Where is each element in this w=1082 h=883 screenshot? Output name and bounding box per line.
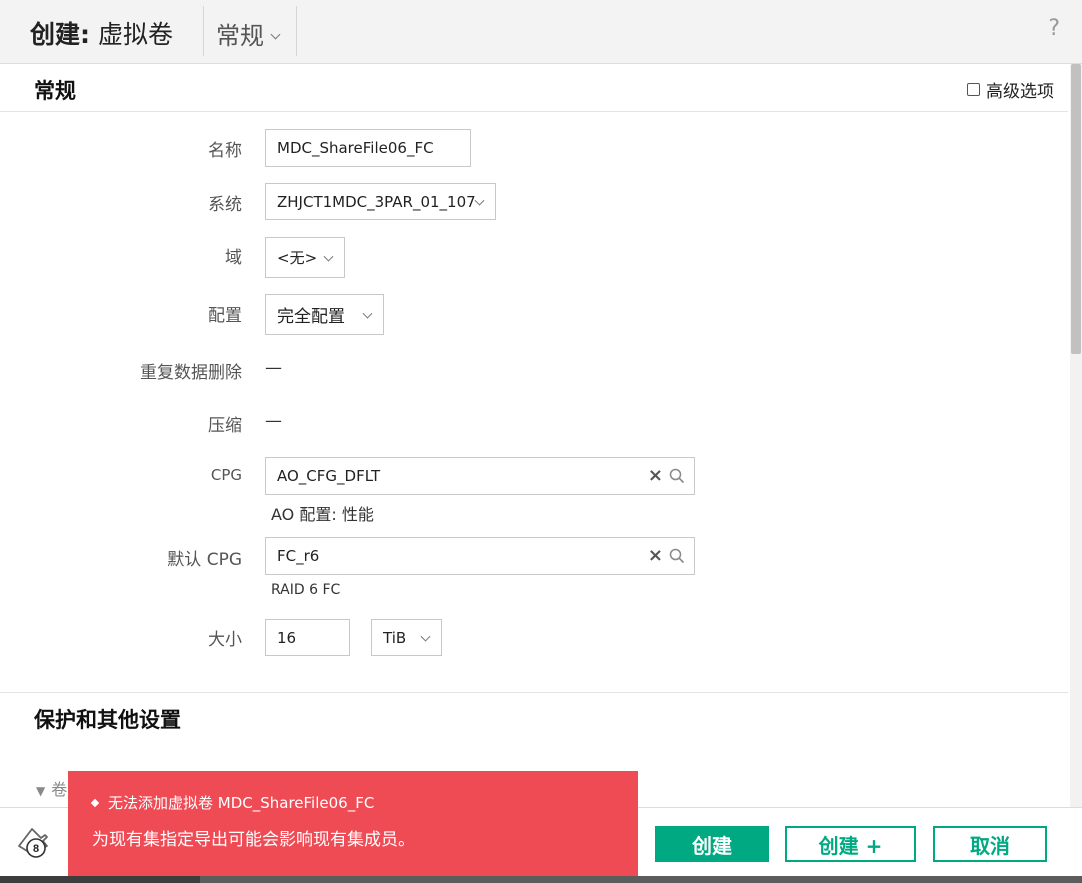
system-label: 系统 [208, 195, 242, 215]
provisioning-select-value: 完全配置 [277, 307, 345, 327]
toast-title: 无法添加虚拟卷 MDC_ShareFile06_FC [90, 792, 375, 813]
section-divider [0, 692, 1068, 693]
provisioning-select[interactable]: 完全配置 [265, 294, 384, 335]
title-object: 虚拟卷 [97, 20, 173, 49]
section-divider [0, 111, 1068, 112]
chevron-down-icon [270, 29, 281, 40]
chevron-down-icon [420, 631, 431, 642]
size-input-value: 16 [277, 628, 297, 647]
toast-message: 为现有集指定导出可能会影响现有集成员。 [92, 830, 415, 850]
search-icon[interactable] [669, 548, 685, 564]
default-cpg-input[interactable]: FC_r6 × [265, 537, 695, 575]
dialog-header: 创建: 虚拟卷 常规 ? [0, 0, 1082, 64]
notification-bell-icon[interactable]: 8 [14, 824, 54, 860]
view-selector-label: 常规 [216, 22, 264, 50]
advanced-options-toggle[interactable]: 高级选项 [967, 77, 1054, 102]
volume-set-label: 卷 [51, 780, 68, 799]
provisioning-label: 配置 [208, 306, 242, 326]
chevron-down-icon [323, 251, 334, 262]
cpg-hint: AO 配置: 性能 [271, 505, 374, 524]
diamond-bullet-icon [90, 798, 100, 808]
name-label: 名称 [208, 141, 242, 161]
dedup-value: — [265, 358, 282, 378]
clear-icon[interactable]: × [648, 545, 663, 566]
domain-select[interactable]: <无> [265, 237, 345, 278]
checkbox-icon[interactable] [967, 83, 980, 96]
default-cpg-hint: RAID 6 FC [271, 582, 341, 598]
header-divider [203, 6, 204, 56]
cpg-label: CPG [210, 466, 242, 484]
toast-title-text: 无法添加虚拟卷 MDC_ShareFile06_FC [108, 794, 375, 812]
cancel-button[interactable]: 取消 [933, 826, 1047, 862]
cpg-input[interactable]: AO_CFG_DFLT × [265, 457, 695, 495]
volume-set-expander[interactable]: ▼ 卷 [36, 776, 67, 800]
error-toast[interactable]: 无法添加虚拟卷 MDC_ShareFile06_FC 为现有集指定导出可能会影响… [68, 771, 638, 876]
chevron-down-icon [362, 308, 373, 319]
clear-icon[interactable]: × [648, 465, 663, 486]
create-plus-button[interactable]: 创建 + [785, 826, 916, 862]
domain-label: 域 [225, 248, 242, 268]
system-select-value: ZHJCT1MDC_3PAR_01_107 [277, 192, 476, 211]
header-divider [296, 6, 297, 56]
scrollbar-thumb[interactable] [1071, 64, 1081, 354]
size-label: 大小 [208, 630, 242, 650]
dialog-title: 创建: 虚拟卷 [30, 15, 173, 51]
triangle-down-icon: ▼ [36, 784, 46, 798]
section-title-general: 常规 [34, 79, 76, 103]
default-cpg-label: 默认 CPG [167, 550, 242, 570]
compression-label: 压缩 [208, 416, 242, 436]
view-selector[interactable]: 常规 [216, 16, 281, 51]
compression-value: — [265, 411, 282, 431]
size-unit-select[interactable]: TiB [371, 619, 442, 656]
name-input[interactable]: MDC_ShareFile06_FC [265, 129, 471, 167]
footer-strip [0, 876, 200, 883]
cpg-input-value: AO_CFG_DFLT [277, 467, 381, 485]
dedup-label: 重复数据删除 [140, 363, 242, 383]
chevron-down-icon [474, 195, 485, 206]
advanced-options-label: 高级选项 [986, 82, 1054, 102]
section-title-protection: 保护和其他设置 [34, 708, 181, 732]
create-button[interactable]: 创建 [655, 826, 769, 862]
notification-count: 8 [33, 843, 39, 855]
size-input[interactable]: 16 [265, 619, 350, 656]
title-action: 创建: [30, 20, 90, 49]
size-unit-value: TiB [383, 628, 407, 647]
domain-select-value: <无> [277, 249, 318, 267]
default-cpg-input-value: FC_r6 [277, 547, 320, 565]
search-icon[interactable] [669, 468, 685, 484]
name-input-value: MDC_ShareFile06_FC [277, 139, 434, 157]
help-icon[interactable]: ? [1048, 16, 1060, 41]
system-select[interactable]: ZHJCT1MDC_3PAR_01_107 [265, 183, 496, 220]
